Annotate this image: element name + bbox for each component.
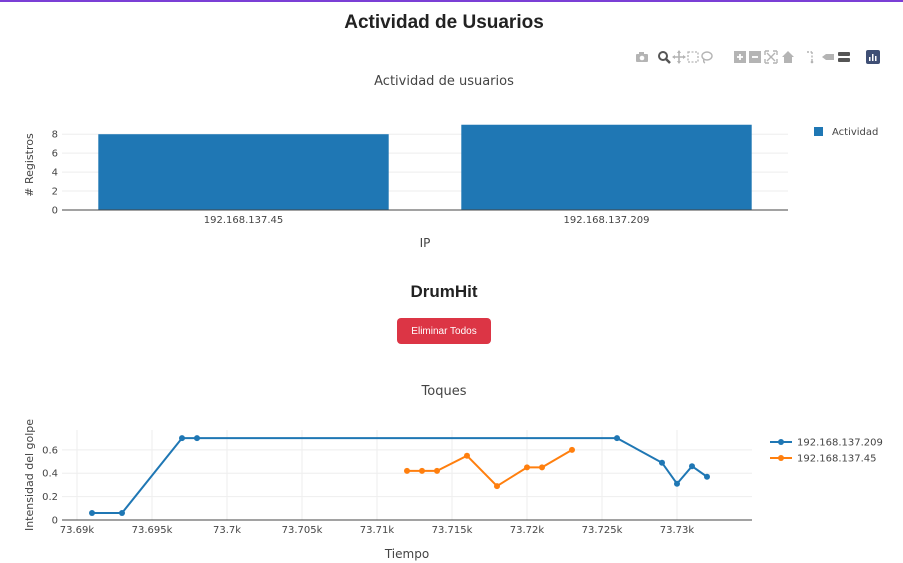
- page-title: Actividad de Usuarios: [344, 12, 544, 33]
- line-x-tick-label: 73.705k: [282, 525, 323, 536]
- line-legend-label: 192.168.137.45: [797, 454, 877, 465]
- chart-modebar: [630, 50, 890, 66]
- data-point: [614, 435, 620, 442]
- bar-legend-label: Actividad: [832, 127, 878, 138]
- data-point: [659, 459, 665, 466]
- line-x-tick-label: 73.69k: [60, 525, 95, 536]
- data-point: [404, 467, 410, 474]
- line-legend-marker: [778, 455, 784, 461]
- zoom-in-icon[interactable]: [733, 50, 747, 64]
- hits-line-chart: Toques 73.69k 73.695k 73.7k 73.705k 73.71k 73.…: [23, 384, 883, 561]
- bar-x-tick-label: 192.168.137.209: [564, 215, 650, 226]
- data-point: [689, 463, 695, 470]
- data-point: [494, 483, 500, 490]
- plotly-logo-icon[interactable]: [866, 50, 880, 64]
- activity-bar-chart: Actividad de usuarios 0 2 4 6 8 192.168.137.45…: [23, 74, 878, 250]
- line-y-tick-label: 0.2: [42, 492, 58, 503]
- line-x-tick-label: 73.7k: [213, 525, 241, 536]
- bar-y-tick-label: 6: [52, 149, 58, 160]
- line-y-axis-label: Intensidad del golpe: [23, 419, 36, 531]
- bar-y-tick-label: 4: [52, 168, 58, 179]
- data-point: [194, 435, 200, 442]
- data-point: [674, 480, 680, 487]
- delete-all-button[interactable]: Eliminar Todos: [397, 318, 491, 344]
- data-point: [524, 464, 530, 471]
- data-point: [89, 509, 95, 516]
- zoom-out-icon[interactable]: [748, 50, 762, 64]
- line-x-tick-label: 73.725k: [582, 525, 623, 536]
- bar-legend-swatch: [814, 127, 823, 136]
- pan-icon[interactable]: [672, 50, 686, 64]
- data-point: [464, 452, 470, 459]
- line-x-tick-label: 73.715k: [432, 525, 473, 536]
- data-point: [704, 473, 710, 480]
- hover-closest-icon[interactable]: [821, 50, 835, 64]
- data-point: [539, 464, 545, 471]
- line-x-tick-label: 73.73k: [660, 525, 695, 536]
- line-x-tick-label: 73.71k: [360, 525, 395, 536]
- lasso-icon[interactable]: [700, 50, 714, 64]
- reset-axes-icon[interactable]: [781, 50, 795, 64]
- top-accent-line: [0, 0, 903, 2]
- bar-chart-title: Actividad de usuarios: [374, 74, 514, 89]
- line-x-axis-label: Tiempo: [384, 547, 429, 561]
- data-point: [179, 435, 185, 442]
- box-select-icon[interactable]: [686, 50, 700, 64]
- bar: [98, 134, 389, 210]
- spike-lines-icon[interactable]: [805, 50, 819, 64]
- data-point: [119, 509, 125, 516]
- line-y-tick-label: 0: [52, 516, 58, 527]
- line-y-tick-label: 0.6: [42, 445, 58, 456]
- line-x-tick-label: 73.72k: [510, 525, 545, 536]
- line-legend-label: 192.168.137.209: [797, 438, 883, 449]
- line-legend-marker: [778, 439, 784, 445]
- bar-x-axis-label: IP: [420, 236, 431, 250]
- line-chart-title: Toques: [421, 384, 467, 399]
- autoscale-icon[interactable]: [764, 50, 778, 64]
- data-point: [419, 467, 425, 474]
- camera-icon[interactable]: [635, 50, 649, 64]
- series-line: [407, 449, 573, 488]
- line-y-tick-label: 0.4: [42, 469, 58, 480]
- bar-y-tick-label: 2: [52, 187, 58, 198]
- data-point: [569, 446, 575, 453]
- hover-compare-icon[interactable]: [837, 50, 851, 64]
- data-point: [434, 467, 440, 474]
- zoom-icon[interactable]: [657, 50, 671, 64]
- section-title: DrumHit: [410, 282, 478, 301]
- bar-x-tick-label: 192.168.137.45: [204, 215, 284, 226]
- bar-y-tick-label: 8: [52, 130, 58, 141]
- line-x-tick-label: 73.695k: [132, 525, 173, 536]
- bar-y-tick-label: 0: [52, 206, 58, 217]
- bar: [461, 124, 752, 210]
- bar-y-axis-label: # Registros: [23, 133, 36, 197]
